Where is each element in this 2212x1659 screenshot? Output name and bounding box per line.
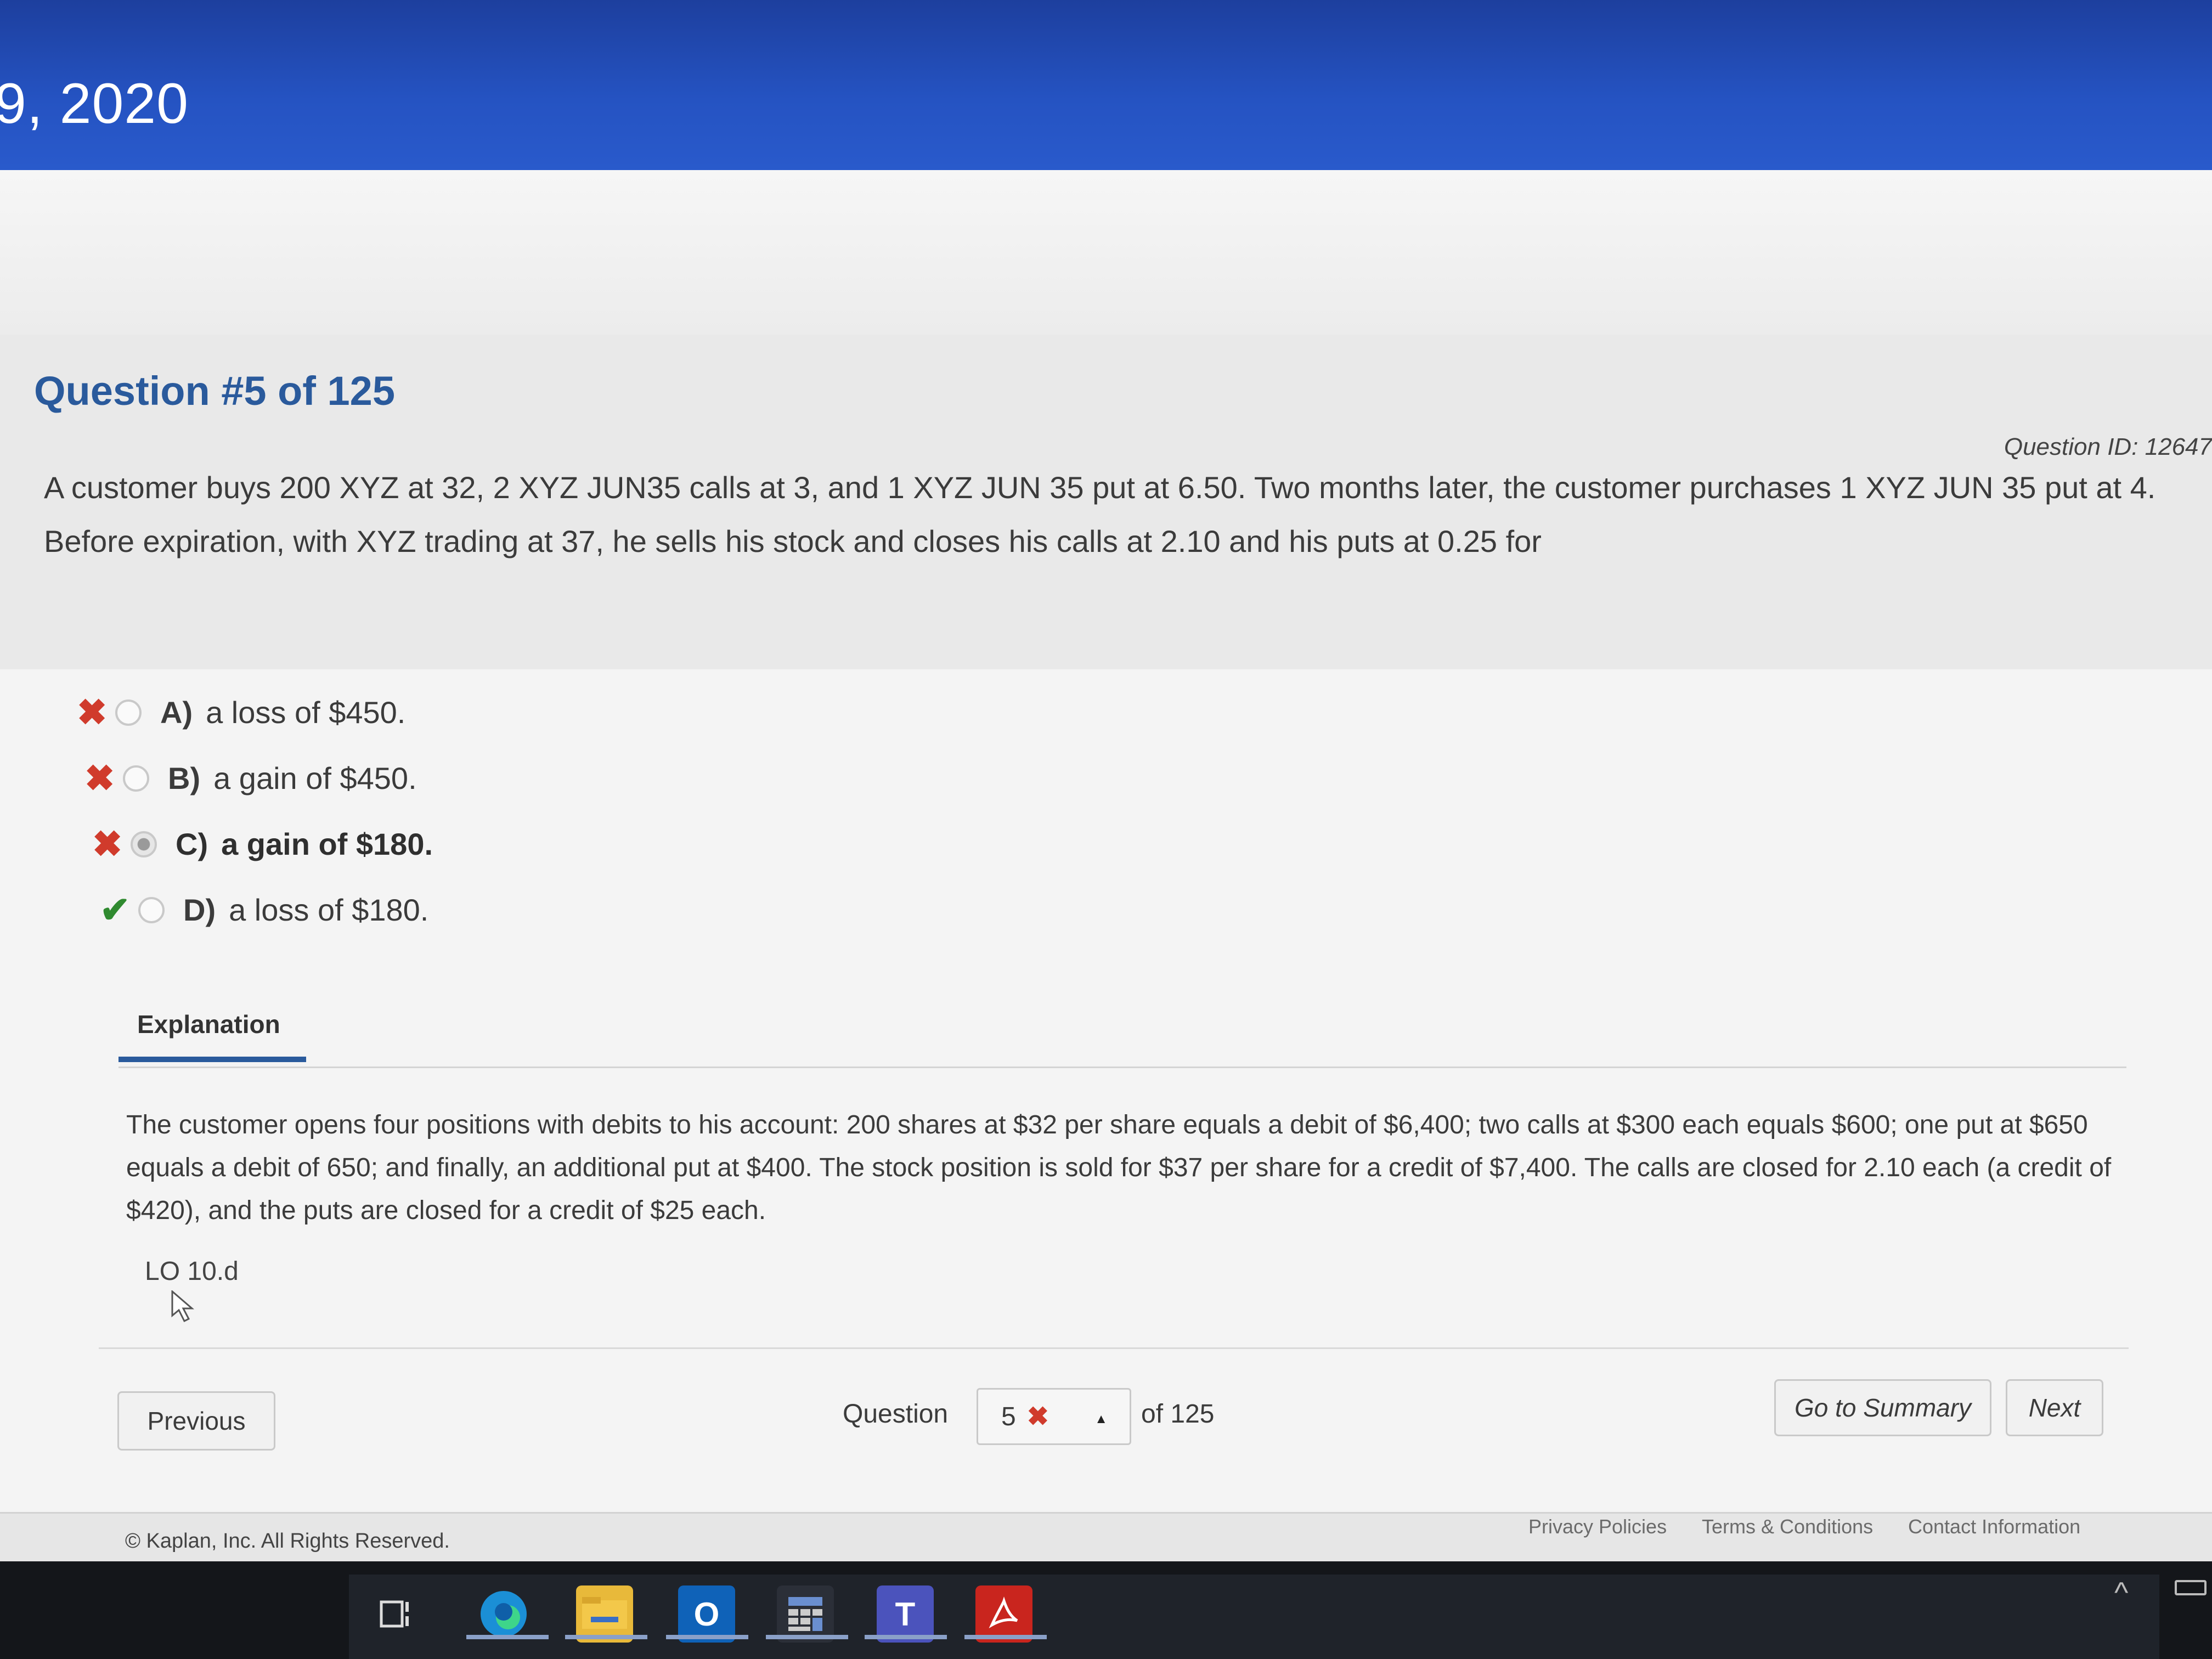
answer-radio-c[interactable] <box>131 831 157 857</box>
exam-date: 9, 2020 <box>0 72 189 136</box>
answer-option-a[interactable]: ✖ A) a loss of $450. <box>77 691 405 733</box>
answer-option-b[interactable]: ✖ B) a gain of $450. <box>84 757 417 799</box>
incorrect-mark-icon: ✖ <box>1026 1402 1049 1431</box>
divider <box>99 1347 2129 1349</box>
mouse-cursor-icon <box>171 1290 195 1323</box>
tab-active-indicator <box>119 1057 306 1062</box>
chevron-up-icon[interactable]: ^ <box>2114 1576 2128 1610</box>
correct-check-icon: ✔ <box>100 889 131 930</box>
terms-conditions-link[interactable]: Terms & Conditions <box>1702 1515 1873 1538</box>
battery-icon[interactable] <box>2175 1580 2207 1595</box>
edge-icon[interactable] <box>475 1585 532 1643</box>
tab-explanation[interactable]: Explanation <box>137 1009 280 1039</box>
active-app-indicator <box>666 1635 748 1639</box>
contact-information-link[interactable]: Contact Information <box>1908 1515 2080 1538</box>
answer-text: a gain of $450. <box>213 761 417 795</box>
incorrect-mark-icon: ✖ <box>92 823 123 864</box>
answer-letter: D) <box>183 893 216 927</box>
question-id: Question ID: 12647 <box>2004 433 2212 460</box>
question-select[interactable]: 5 ✖ ▲ <box>977 1388 1131 1445</box>
answer-letter: C) <box>176 827 208 861</box>
answer-text: a loss of $450. <box>206 695 406 730</box>
question-select-value: 5 <box>1001 1402 1016 1431</box>
previous-button[interactable]: Previous <box>117 1391 275 1451</box>
question-title: Question #5 of 125 <box>34 368 395 414</box>
go-to-summary-button[interactable]: Go to Summary <box>1774 1379 1991 1436</box>
question-stem: A customer buys 200 XYZ at 32, 2 XYZ JUN… <box>44 470 2156 558</box>
active-app-indicator <box>565 1635 647 1639</box>
answer-radio-d[interactable] <box>138 896 165 923</box>
answer-text: a loss of $180. <box>229 893 429 927</box>
active-app-indicator <box>766 1635 848 1639</box>
task-view-icon[interactable] <box>370 1585 427 1643</box>
learning-objective-code: LO 10.d <box>145 1257 239 1286</box>
answer-letter: A) <box>160 695 193 730</box>
question-total: of 125 <box>1141 1400 1215 1429</box>
divider <box>119 1066 2126 1068</box>
file-explorer-icon[interactable] <box>576 1585 633 1643</box>
teams-icon[interactable]: T <box>877 1585 934 1643</box>
incorrect-mark-icon: ✖ <box>77 692 108 732</box>
outlook-icon[interactable]: O <box>678 1585 735 1643</box>
answer-letter: B) <box>168 761 201 795</box>
header-banner: 9, 2020 <box>0 0 2212 181</box>
incorrect-mark-icon: ✖ <box>84 758 115 798</box>
calculator-icon[interactable] <box>777 1585 834 1643</box>
next-button[interactable]: Next <box>2006 1379 2103 1436</box>
answer-option-c[interactable]: ✖ C) a gain of $180. <box>92 823 433 865</box>
acrobat-icon[interactable] <box>975 1585 1032 1643</box>
header-spacer <box>0 170 2212 335</box>
privacy-policies-link[interactable]: Privacy Policies <box>1528 1515 1667 1538</box>
answer-option-d[interactable]: ✔ D) a loss of $180. <box>100 889 428 931</box>
active-app-indicator <box>964 1635 1047 1639</box>
answer-radio-a[interactable] <box>115 699 142 726</box>
caret-up-icon: ▲ <box>1094 1412 1108 1426</box>
copyright-text: © Kaplan, Inc. All Rights Reserved. <box>125 1530 450 1553</box>
active-app-indicator <box>466 1635 549 1639</box>
question-nav-label: Question <box>843 1400 949 1429</box>
explanation-text: The customer opens four positions with d… <box>126 1110 2112 1225</box>
answer-text: a gain of $180. <box>221 827 433 861</box>
active-app-indicator <box>865 1635 947 1639</box>
answer-radio-b[interactable] <box>123 765 149 792</box>
